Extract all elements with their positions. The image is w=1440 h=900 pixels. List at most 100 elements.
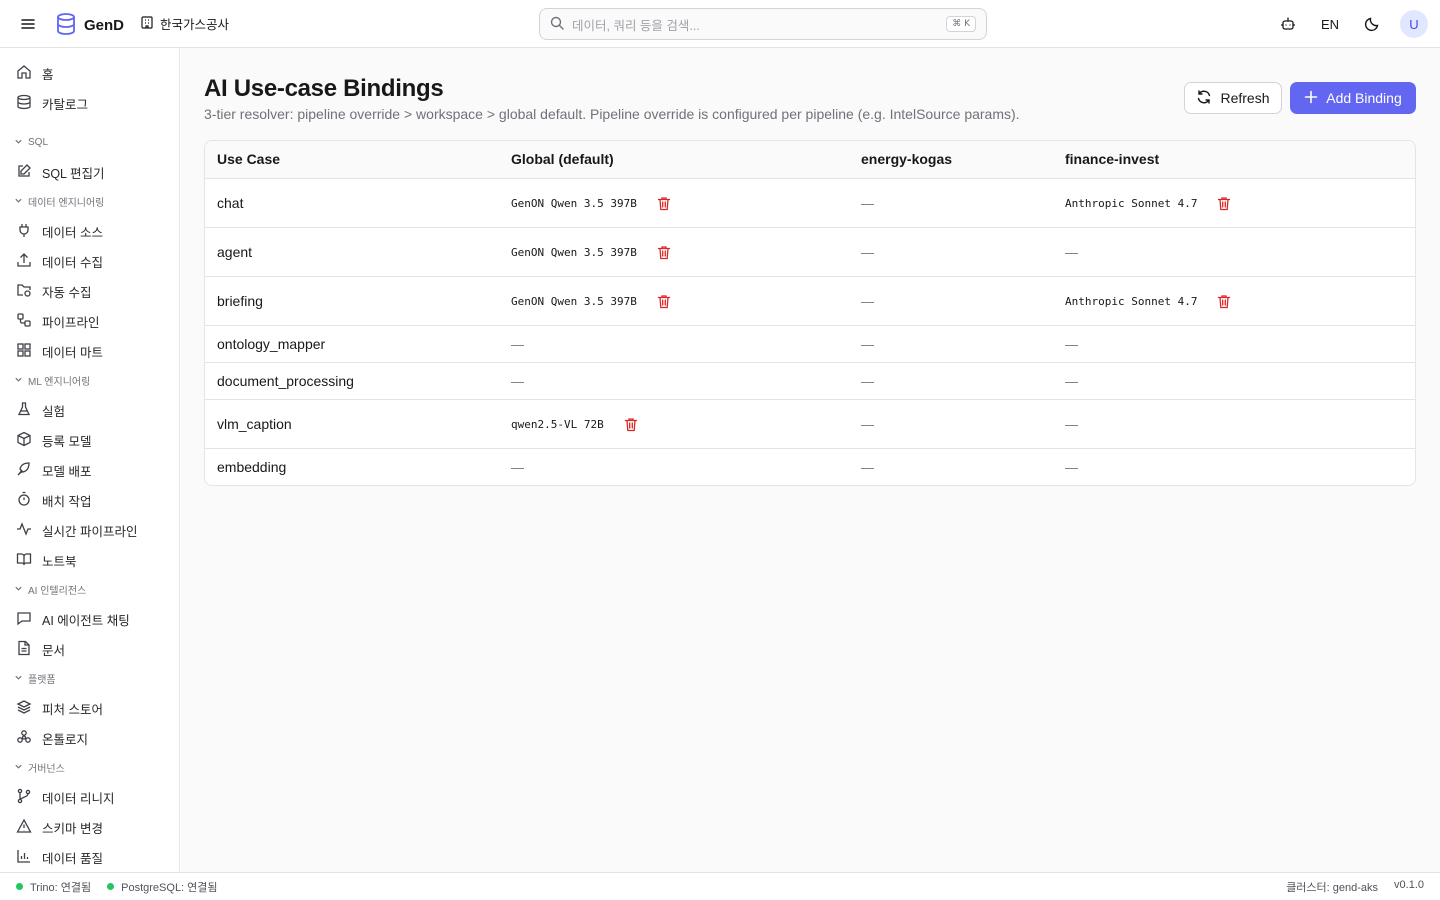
binding-cell: — — [849, 399, 1053, 449]
empty-dash: — — [1065, 416, 1078, 432]
avatar[interactable]: U — [1400, 10, 1428, 38]
trash-icon[interactable] — [1217, 294, 1231, 309]
trash-icon[interactable] — [657, 245, 671, 260]
rocket-icon — [16, 461, 32, 480]
binding-cell: — — [499, 325, 849, 363]
table-body: chat GenON Qwen 3.5 397B — Anthropic Sonnet… — [205, 178, 1415, 485]
sidebar-item-label: 홈 — [42, 67, 54, 82]
upload-icon — [16, 252, 32, 271]
section-title: SQL — [28, 137, 49, 148]
add-binding-button[interactable]: Add Binding — [1290, 82, 1416, 114]
empty-dash: — — [861, 336, 874, 352]
use-case-name: document_processing — [205, 362, 499, 400]
sidebar-item-data-lineage[interactable]: 데이터 리니지 — [0, 782, 179, 812]
sidebar-item-home[interactable]: 홈 — [0, 58, 179, 88]
binding-cell: — — [1053, 448, 1415, 485]
brand[interactable]: GenD — [56, 13, 124, 38]
sidebar-item-label: 실험 — [42, 404, 66, 419]
search-input[interactable]: 데이터, 쿼리 등을 검색... ⌘ K — [539, 8, 987, 40]
trash-icon[interactable] — [657, 294, 671, 309]
git-branch-icon — [16, 788, 32, 807]
model-binding: qwen2.5-VL 72B — [511, 417, 638, 432]
database-logo-icon — [56, 13, 76, 38]
section-data-engineering[interactable]: 데이터 엔지니어링 — [0, 187, 179, 216]
building-icon — [140, 15, 154, 32]
sidebar-item-batch-jobs[interactable]: 배치 작업 — [0, 485, 179, 515]
binding-cell: — — [849, 276, 1053, 326]
refresh-label: Refresh — [1220, 90, 1270, 106]
trash-icon[interactable] — [657, 196, 671, 211]
sidebar-item-data-ingest[interactable]: 데이터 수집 — [0, 246, 179, 276]
sidebar-item-data-mart[interactable]: 데이터 마트 — [0, 336, 179, 366]
chevron-down-icon — [14, 762, 23, 774]
bot-icon[interactable] — [1274, 10, 1302, 38]
section-ml-engineering[interactable]: ML 엔지니어링 — [0, 366, 179, 395]
column-header-finance-invest: finance-invest — [1053, 141, 1415, 179]
chevron-down-icon — [14, 375, 23, 387]
moon-icon[interactable] — [1358, 10, 1386, 38]
sidebar-item-data-source[interactable]: 데이터 소스 — [0, 216, 179, 246]
trash-icon[interactable] — [624, 417, 638, 432]
sidebar-item-data-quality[interactable]: 데이터 품질 — [0, 842, 179, 872]
model-binding: Anthropic Sonnet 4.7 — [1065, 294, 1231, 309]
model-name: Anthropic Sonnet 4.7 — [1065, 197, 1198, 210]
section-title: 데이터 엔지니어링 — [28, 198, 105, 209]
sidebar-item-model-deploy[interactable]: 모델 배포 — [0, 455, 179, 485]
sidebar-item-realtime-pipeline[interactable]: 실시간 파이프라인 — [0, 515, 179, 545]
sidebar-item-pipeline[interactable]: 파이프라인 — [0, 306, 179, 336]
sidebar-item-ontology[interactable]: 온톨로지 — [0, 723, 179, 753]
trash-icon[interactable] — [1217, 196, 1231, 211]
org-selector[interactable]: 한국가스공사 — [140, 14, 229, 33]
sidebar-item-label: 데이터 소스 — [42, 225, 103, 240]
sidebar-item-auto-ingest[interactable]: 자동 수집 — [0, 276, 179, 306]
sidebar-item-experiments[interactable]: 실험 — [0, 395, 179, 425]
use-case-name: agent — [205, 227, 499, 277]
column-header-global: Global (default) — [499, 141, 849, 179]
refresh-button[interactable]: Refresh — [1184, 82, 1282, 114]
section-governance[interactable]: 거버넌스 — [0, 753, 179, 782]
page-subtitle: 3-tier resolver: pipeline override > wor… — [204, 106, 1020, 122]
use-case-name: ontology_mapper — [205, 325, 499, 363]
chat-icon — [16, 610, 32, 629]
section-ai-intelligence[interactable]: AI 인텔리전스 — [0, 575, 179, 604]
table-row: embedding — — — — [205, 448, 1415, 485]
package-icon — [16, 431, 32, 450]
sidebar-item-label: 모델 배포 — [42, 464, 92, 479]
warning-icon — [16, 818, 32, 837]
sidebar-item-notebook[interactable]: 노트북 — [0, 545, 179, 575]
section-sql[interactable]: SQL — [0, 128, 179, 157]
plug-icon — [16, 222, 32, 241]
sidebar-item-label: 피처 스토어 — [42, 702, 103, 717]
chevron-down-icon — [14, 196, 23, 208]
plus-icon — [1304, 90, 1318, 107]
org-name: 한국가스공사 — [160, 18, 230, 32]
binding-cell: GenON Qwen 3.5 397B — [499, 227, 849, 277]
page-title: AI Use-case Bindings — [204, 75, 444, 102]
sidebar-item-label: SQL 편집기 — [42, 166, 105, 181]
empty-dash: — — [1065, 459, 1078, 475]
sidebar-item-documents[interactable]: 문서 — [0, 634, 179, 664]
sidebar-item-registered-models[interactable]: 등록 모델 — [0, 425, 179, 455]
language-button[interactable]: EN — [1316, 10, 1344, 38]
sidebar-item-catalog[interactable]: 카탈로그 — [0, 88, 179, 118]
empty-dash: — — [861, 244, 874, 260]
empty-dash: — — [511, 373, 524, 389]
flask-icon — [16, 401, 32, 420]
binding-cell: GenON Qwen 3.5 397B — [499, 178, 849, 228]
sidebar-item-feature-store[interactable]: 피처 스토어 — [0, 693, 179, 723]
binding-cell: GenON Qwen 3.5 397B — [499, 276, 849, 326]
binding-cell: Anthropic Sonnet 4.7 — [1053, 276, 1415, 326]
sidebar-item-schema-change[interactable]: 스키마 변경 — [0, 812, 179, 842]
binding-cell: — — [1053, 325, 1415, 363]
status-dot — [107, 883, 115, 890]
sidebar-item-label: 데이터 품질 — [42, 851, 103, 866]
sidebar-item-label: 문서 — [42, 643, 66, 658]
sidebar-item-ai-agent-chat[interactable]: AI 에이전트 채팅 — [0, 604, 179, 634]
sidebar-item-label: 등록 모델 — [42, 434, 92, 449]
bindings-table: Use Case Global (default) energy-kogas f… — [204, 140, 1416, 486]
section-platform[interactable]: 플랫폼 — [0, 664, 179, 693]
menu-icon[interactable] — [18, 14, 38, 34]
sidebar-item-sql-editor[interactable]: SQL 편집기 — [0, 157, 179, 187]
chevron-down-icon — [14, 137, 23, 149]
empty-dash: — — [511, 336, 524, 352]
